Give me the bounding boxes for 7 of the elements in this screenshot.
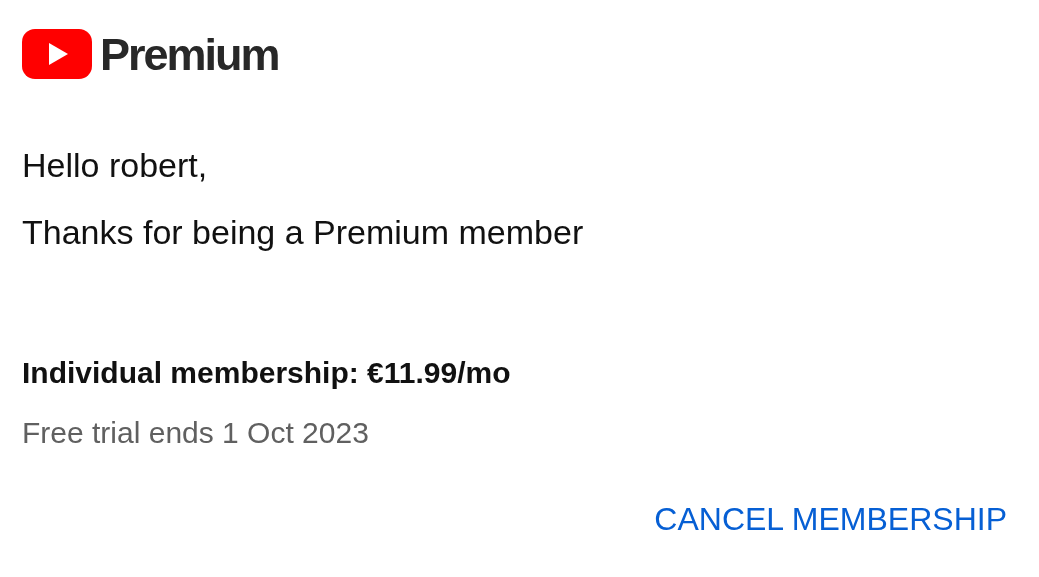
logo-wordmark: Premium — [100, 31, 279, 77]
membership-plan: Individual membership: €11.99/mo — [22, 354, 512, 391]
cancel-membership-button[interactable]: CANCEL MEMBERSHIP — [650, 496, 1011, 542]
play-logo-icon — [22, 29, 92, 79]
thanks-message: Thanks for being a Premium member — [22, 211, 585, 253]
greeting: Hello robert, — [22, 145, 209, 186]
trial-end-date: Free trial ends 1 Oct 2023 — [22, 414, 370, 451]
